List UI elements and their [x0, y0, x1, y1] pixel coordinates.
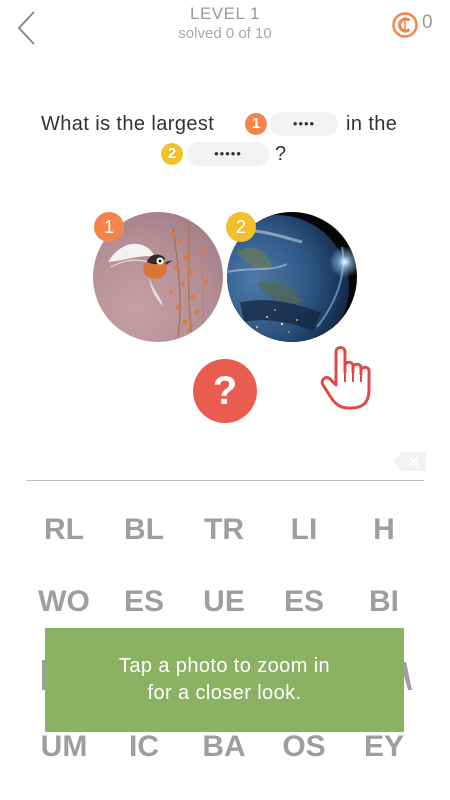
toast-line-2: for a closer look.	[147, 682, 302, 704]
question-text-2: in the	[346, 113, 398, 135]
hidden-tile-edge-right	[403, 662, 412, 690]
toast-line-1: Tap a photo to zoom in	[118, 655, 331, 677]
letter-tile[interactable]: H	[344, 510, 424, 550]
letter-tile[interactable]: LI	[264, 510, 344, 550]
hint-button[interactable]: ?	[193, 359, 257, 423]
answer-slot-1[interactable]: ••••	[270, 112, 338, 136]
answer-divider	[26, 480, 424, 481]
letter-tile[interactable]: RL	[24, 510, 104, 550]
letter-tile[interactable]: BI	[344, 582, 424, 622]
tap-hand-icon	[320, 346, 371, 410]
letter-tile[interactable]: TR	[184, 510, 264, 550]
question-mark: ?	[275, 143, 287, 165]
letter-tile[interactable]: UE	[184, 582, 264, 622]
letter-tile[interactable]: WO	[24, 582, 104, 622]
tip-toast[interactable]: Tap a photo to zoom in for a closer look…	[45, 628, 404, 732]
letter-tile[interactable]: ES	[264, 582, 344, 622]
letter-tile[interactable]: ES	[104, 582, 184, 622]
question-number-1: 1	[245, 113, 267, 135]
letter-tile[interactable]: OS	[264, 727, 344, 767]
photo-badge-1: 1	[94, 212, 124, 242]
letter-tile[interactable]: EY	[344, 727, 424, 767]
coin-count: 0	[422, 12, 433, 33]
answer-slot-2[interactable]: •••••	[187, 142, 269, 166]
question-number-2: 2	[161, 143, 183, 165]
level-progress: solved 0 of 10	[178, 25, 272, 42]
coin-icon[interactable]	[392, 12, 418, 38]
level-title: LEVEL 1	[190, 4, 260, 23]
letter-tile[interactable]: BA	[184, 727, 264, 767]
letter-tile[interactable]: BL	[104, 510, 184, 550]
backspace-icon[interactable]	[393, 452, 426, 471]
letter-tile[interactable]: IC	[104, 727, 184, 767]
photo-badge-2: 2	[226, 212, 256, 242]
letter-tile[interactable]: UM	[24, 727, 104, 767]
question-text-1: What is the largest	[41, 113, 215, 135]
